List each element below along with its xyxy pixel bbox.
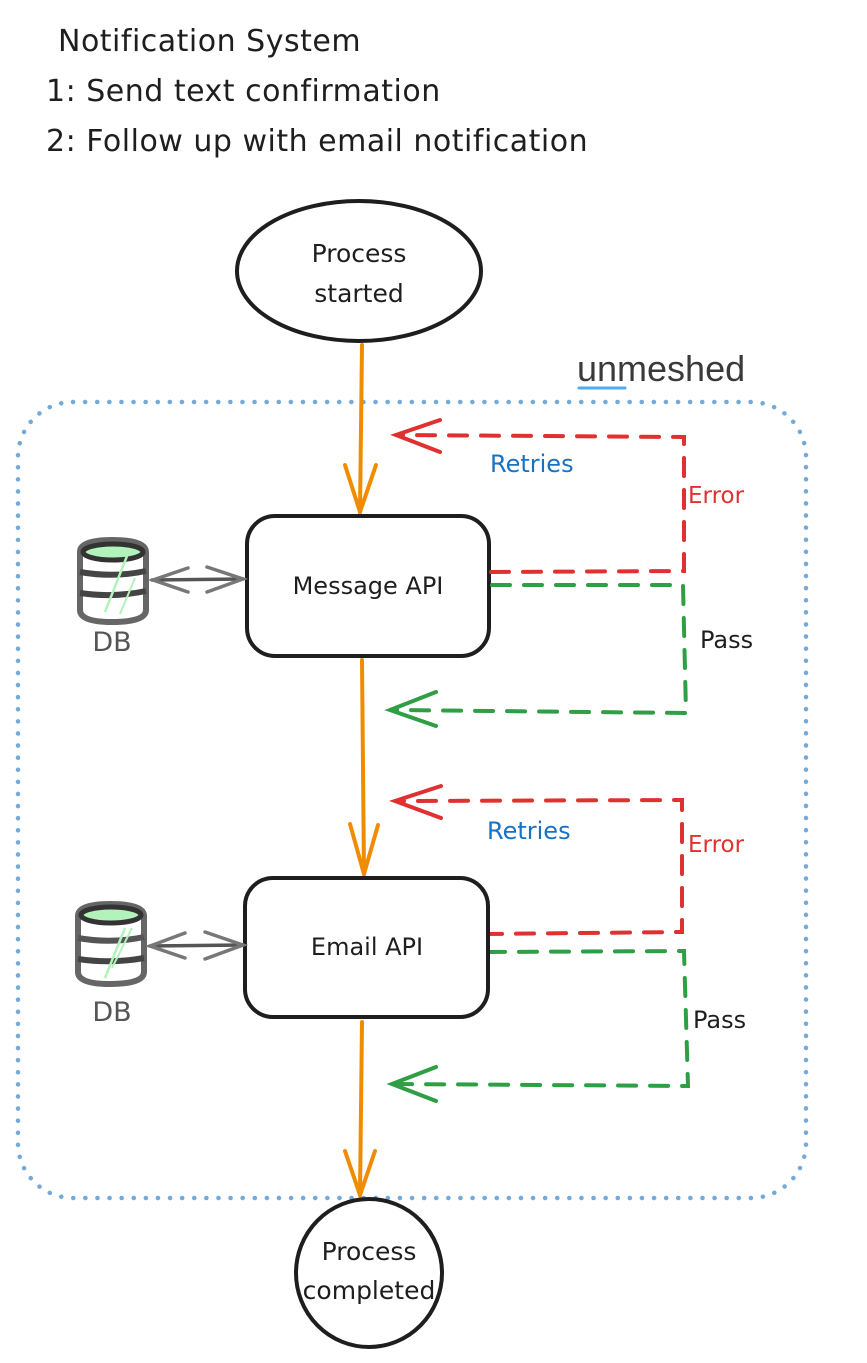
message-api-label: Message API [293, 572, 444, 600]
flow-arrow-email-to-end [343, 1020, 377, 1202]
email-api-node[interactable]: Email API [243, 876, 490, 1019]
error-label-1: Error [688, 483, 745, 509]
database-icon [75, 900, 147, 988]
retries-label-2: Retries [487, 817, 571, 845]
flow-diagram: unmeshed Process started Message API DB [15, 199, 809, 1349]
database-2[interactable]: DB [75, 900, 147, 1028]
db-1-bidirectional-arrow [147, 565, 249, 594]
end-node[interactable]: Process completed [294, 1197, 444, 1349]
end-node-line2: completed [303, 1276, 436, 1305]
start-node-line1: Process [312, 239, 407, 268]
database-1-label: DB [92, 627, 131, 658]
database-1[interactable]: DB [77, 536, 149, 658]
email-api-label: Email API [311, 933, 423, 961]
pass-label-2: Pass [693, 1006, 746, 1034]
start-node[interactable]: Process started [235, 199, 483, 343]
pass-label-1: Pass [700, 626, 753, 654]
db-2-bidirectional-arrow [144, 930, 249, 961]
error-label-2: Error [688, 832, 745, 858]
message-api-node[interactable]: Message API [245, 514, 491, 658]
flow-arrow-start-to-message [343, 343, 378, 519]
brand-logo: unmeshed [577, 348, 745, 390]
end-node-line1: Process [322, 1237, 417, 1266]
retries-label-1: Retries [490, 450, 574, 478]
database-icon [77, 536, 149, 626]
start-node-line2: started [314, 279, 403, 308]
flow-arrow-message-to-email [348, 658, 380, 882]
brand-text: unmeshed [577, 348, 745, 389]
database-2-label: DB [92, 997, 131, 1028]
